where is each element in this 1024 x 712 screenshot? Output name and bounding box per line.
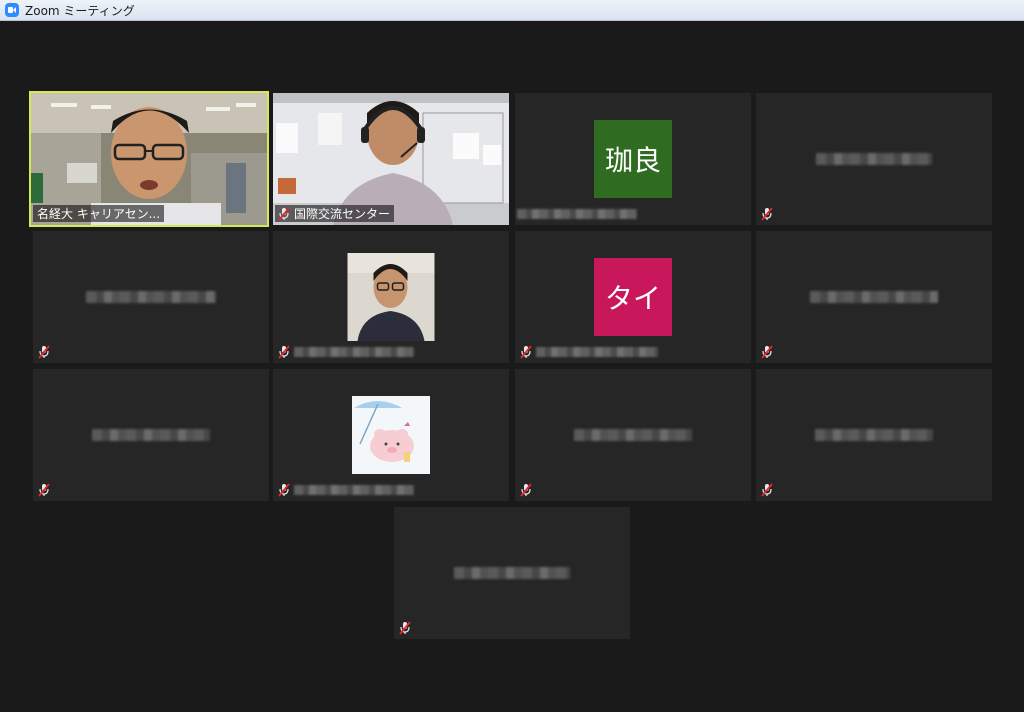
- window-title: Zoom ミーティング: [25, 3, 135, 18]
- participant-name-redacted: [816, 153, 932, 165]
- participant-name-redacted: [92, 429, 210, 441]
- participant-profile-illustration: [352, 396, 430, 474]
- mic-muted-icon: [277, 344, 291, 359]
- window-titlebar: Zoom ミーティング: [0, 0, 1024, 21]
- mic-muted-icon: [398, 620, 412, 635]
- participant-tile-6[interactable]: [273, 231, 509, 363]
- participant-namebar: [35, 343, 58, 360]
- participant-name-redacted: [815, 429, 933, 441]
- participant-tile-12[interactable]: [756, 369, 992, 501]
- participant-namebar: 国際交流センター: [275, 205, 395, 222]
- participant-namebar: [517, 343, 662, 360]
- mic-muted-icon: [37, 482, 51, 497]
- participant-name-redacted: [574, 429, 692, 441]
- participant-name: 名経大 キャリアセン...: [37, 207, 161, 221]
- participant-tile-1[interactable]: 名経大 キャリアセン...: [29, 91, 269, 227]
- participant-initials-avatar: タイ: [594, 258, 672, 336]
- participant-namebar: [35, 481, 58, 498]
- participant-namebar: [275, 343, 418, 360]
- participant-name-redacted: [810, 291, 938, 303]
- mic-muted-icon: [519, 482, 533, 497]
- participant-tile-13[interactable]: [394, 507, 630, 639]
- participant-name-redacted: [536, 346, 658, 357]
- gallery-view: 名経大 キャリアセン... 国際交流センター 珈良 タイ: [0, 21, 1024, 712]
- participant-namebar: 名経大 キャリアセン...: [33, 205, 165, 222]
- participant-name-redacted: [517, 208, 637, 219]
- participant-namebar: [517, 205, 641, 222]
- participant-name-redacted: [454, 567, 570, 579]
- participant-tile-9[interactable]: [33, 369, 269, 501]
- participant-tile-3[interactable]: 珈良: [515, 93, 751, 225]
- participant-tile-5[interactable]: [33, 231, 269, 363]
- participant-tile-11[interactable]: [515, 369, 751, 501]
- participant-tile-7[interactable]: タイ: [515, 231, 751, 363]
- participant-tile-2[interactable]: 国際交流センター: [273, 93, 509, 225]
- participant-tile-8[interactable]: [756, 231, 992, 363]
- participant-name-redacted: [86, 291, 216, 303]
- mic-muted-icon: [760, 344, 774, 359]
- participant-tile-4[interactable]: [756, 93, 992, 225]
- participant-namebar: [517, 481, 540, 498]
- participant-namebar: [758, 481, 781, 498]
- participant-namebar: [758, 205, 781, 222]
- mic-muted-icon: [277, 206, 291, 221]
- mic-muted-icon: [760, 482, 774, 497]
- participant-namebar: [396, 619, 419, 636]
- zoom-app-icon: [5, 3, 19, 17]
- participant-namebar: [275, 481, 418, 498]
- participant-initials-avatar: 珈良: [594, 120, 672, 198]
- mic-muted-icon: [760, 206, 774, 221]
- participant-tile-10[interactable]: [273, 369, 509, 501]
- participant-namebar: [758, 343, 781, 360]
- participant-name-redacted: [294, 484, 414, 495]
- participant-name-redacted: [294, 346, 414, 357]
- mic-muted-icon: [277, 482, 291, 497]
- participant-profile-photo: [347, 253, 435, 341]
- mic-muted-icon: [37, 344, 51, 359]
- mic-muted-icon: [519, 344, 533, 359]
- participant-name: 国際交流センター: [294, 207, 391, 221]
